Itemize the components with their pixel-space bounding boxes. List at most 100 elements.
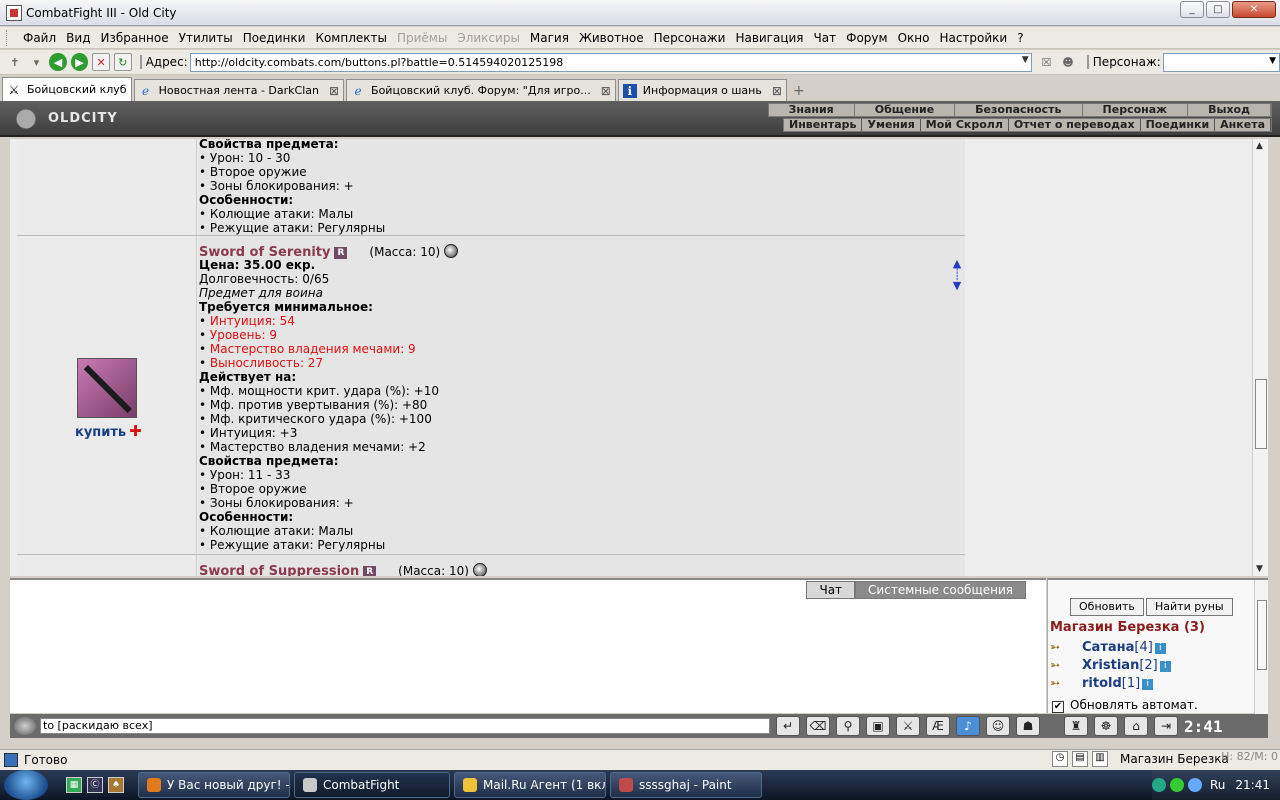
user-entry[interactable]: ➳ ritold[1] i — [1050, 676, 1154, 692]
dropdown-icon[interactable]: ▾ — [28, 53, 46, 71]
menu-item[interactable]: Форум — [841, 31, 892, 45]
tab-chat[interactable]: Чат — [806, 581, 856, 599]
minimize-button[interactable]: _ — [1180, 1, 1204, 18]
game-menu-item[interactable]: Инвентарь — [784, 119, 863, 131]
scroll-up-icon[interactable]: ▲ — [1256, 141, 1263, 151]
user-name[interactable]: Сатана — [1082, 640, 1134, 655]
chat-input[interactable]: to [раскидаю всех] — [40, 718, 770, 734]
refresh-icon[interactable]: ↻ — [113, 53, 132, 71]
quicklaunch-icon[interactable]: ▦ — [66, 777, 82, 793]
address-input[interactable]: http://oldcity.combats.com/buttons.pl?ba… — [189, 52, 1032, 72]
exit-icon[interactable]: ⇥ — [1154, 716, 1178, 736]
game-menu-item[interactable]: Знания — [769, 104, 855, 116]
menu-item[interactable]: Животное — [574, 31, 649, 45]
stop-icon[interactable]: ✕ — [92, 53, 110, 71]
user-info-icon[interactable]: i — [1154, 643, 1166, 654]
quicklaunch-icon[interactable]: Ⓒ — [87, 777, 103, 793]
menu-item[interactable]: ? — [1012, 31, 1028, 45]
window-status-icon[interactable]: ▥ — [1092, 751, 1108, 767]
menu-item[interactable]: Вид — [61, 31, 95, 45]
buy-link[interactable]: купить ✚ — [75, 422, 142, 440]
tab-item[interactable]: ℹ Информация о шань ⊠ — [617, 79, 787, 101]
character-select[interactable]: ▼ — [1162, 52, 1280, 72]
tab-item[interactable]: ⚔ Бойцовский клуб — [2, 77, 132, 101]
menu-item[interactable]: Персонажи — [649, 31, 731, 45]
scroll-down-icon[interactable]: ▼ — [1256, 564, 1263, 574]
language-indicator[interactable]: Ru — [1210, 778, 1225, 792]
user-info-icon[interactable]: i — [1142, 679, 1154, 690]
game-menu-item[interactable]: Умения — [862, 119, 921, 131]
menu-item[interactable]: Избранное — [95, 31, 173, 45]
fight-icon[interactable]: ⚔ — [896, 716, 920, 736]
clear-icon[interactable]: ☒ — [1038, 53, 1056, 71]
scroll-thumb[interactable] — [1255, 379, 1267, 449]
tab-system-messages[interactable]: Системные сообщения — [855, 581, 1026, 599]
tab-close-icon[interactable]: ⊠ — [329, 84, 339, 98]
smiley-icon[interactable]: ☺ — [986, 716, 1010, 736]
private-message-arrow-icon[interactable]: ➳ — [1050, 640, 1072, 654]
private-message-arrow-icon[interactable]: ➳ — [1050, 658, 1072, 672]
globe-icon[interactable] — [444, 244, 459, 258]
eraser-icon[interactable]: ⌫ — [806, 716, 830, 736]
tray-clock[interactable]: 21:41 — [1235, 778, 1270, 792]
game-menu-item[interactable]: Мой Скролл — [921, 119, 1009, 131]
game-menu-item[interactable]: Общение — [855, 104, 956, 116]
user-name[interactable]: ritold — [1082, 676, 1122, 691]
doc-status-icon[interactable]: ▤ — [1072, 751, 1088, 767]
translit-icon[interactable]: Ӕ — [926, 716, 950, 736]
network-icon[interactable] — [1152, 778, 1166, 792]
tab-close-icon[interactable]: ⊠ — [772, 84, 782, 98]
music-icon[interactable]: ♪ — [956, 716, 980, 736]
address-dropdown-icon[interactable]: ▼ — [1022, 55, 1029, 65]
auto-refresh-checkbox[interactable]: ✔ — [1052, 701, 1064, 713]
bag-icon[interactable]: ♜ — [1064, 716, 1088, 736]
volume-icon[interactable] — [1188, 778, 1202, 792]
menu-item[interactable]: Настройки — [934, 31, 1012, 45]
character-icon[interactable]: ☻ — [1059, 53, 1077, 71]
menu-item[interactable]: Эликсиры — [452, 31, 525, 45]
item-name[interactable]: Sword of Suppression — [199, 564, 359, 577]
send-icon[interactable]: ↵ — [776, 716, 800, 736]
new-tab-icon[interactable]: + — [789, 81, 809, 101]
user-entry[interactable]: ➳ Xristian[2] i — [1050, 658, 1171, 674]
map-icon[interactable]: ☸ — [1094, 716, 1118, 736]
menu-item[interactable]: Навигация — [730, 31, 808, 45]
tab-close-icon[interactable]: ⊠ — [601, 84, 611, 98]
game-menu-item[interactable]: Отчет о переводах — [1009, 119, 1141, 131]
start-button[interactable] — [4, 770, 48, 800]
user-entry[interactable]: ➳ Сатана[4] i — [1050, 640, 1166, 656]
content-scrollbar[interactable]: ▲ ▼ — [1252, 139, 1268, 576]
house-icon[interactable]: ⌂ — [1124, 716, 1148, 736]
filter-icon[interactable]: ⚲ — [836, 716, 860, 736]
globe-icon[interactable] — [472, 563, 487, 576]
private-message-arrow-icon[interactable]: ➳ — [1050, 676, 1072, 690]
game-menu-item[interactable]: Персонаж — [1083, 104, 1189, 116]
clock-status-icon[interactable]: ◷ — [1052, 751, 1068, 767]
quicklaunch-icon[interactable]: ♠ — [108, 777, 124, 793]
save-icon[interactable]: ▣ — [866, 716, 890, 736]
menu-item[interactable]: Поединки — [238, 31, 311, 45]
chat-avatar-icon[interactable] — [14, 717, 36, 735]
menu-item[interactable]: Файл — [18, 31, 61, 45]
buy-plus-icon[interactable]: ✚ — [129, 422, 142, 440]
find-runes-button[interactable]: Найти руны — [1146, 598, 1233, 616]
menu-item[interactable]: Приёмы — [392, 31, 452, 45]
forward-icon[interactable]: ▶ — [70, 53, 89, 71]
game-menu-item[interactable]: Поединки — [1141, 119, 1216, 131]
menu-item[interactable]: Магия — [525, 31, 574, 45]
taskbar-button[interactable]: У Вас новый друг! - ... — [138, 772, 290, 798]
side-scrollbar[interactable] — [1254, 580, 1268, 715]
back-icon[interactable]: ◀ — [49, 53, 67, 71]
agent-icon[interactable] — [1170, 778, 1184, 792]
menu-item[interactable]: Комплекты — [310, 31, 392, 45]
tab-item[interactable]: ℯ Бойцовский клуб. Форум: "Для игро... ⊠ — [346, 79, 616, 101]
menu-item[interactable]: Окно — [893, 31, 935, 45]
game-menu-item[interactable]: Безопасность — [955, 104, 1083, 116]
user-name[interactable]: Xristian — [1082, 658, 1139, 673]
menu-item[interactable]: Чат — [809, 31, 842, 45]
pin-icon[interactable]: ✝ — [6, 53, 24, 71]
game-menu-item[interactable]: Выход — [1188, 104, 1271, 116]
taskbar-button[interactable]: CombatFight — [294, 772, 450, 798]
clan-icon[interactable]: ☗ — [1016, 716, 1040, 736]
maximize-button[interactable]: □ — [1206, 1, 1230, 18]
